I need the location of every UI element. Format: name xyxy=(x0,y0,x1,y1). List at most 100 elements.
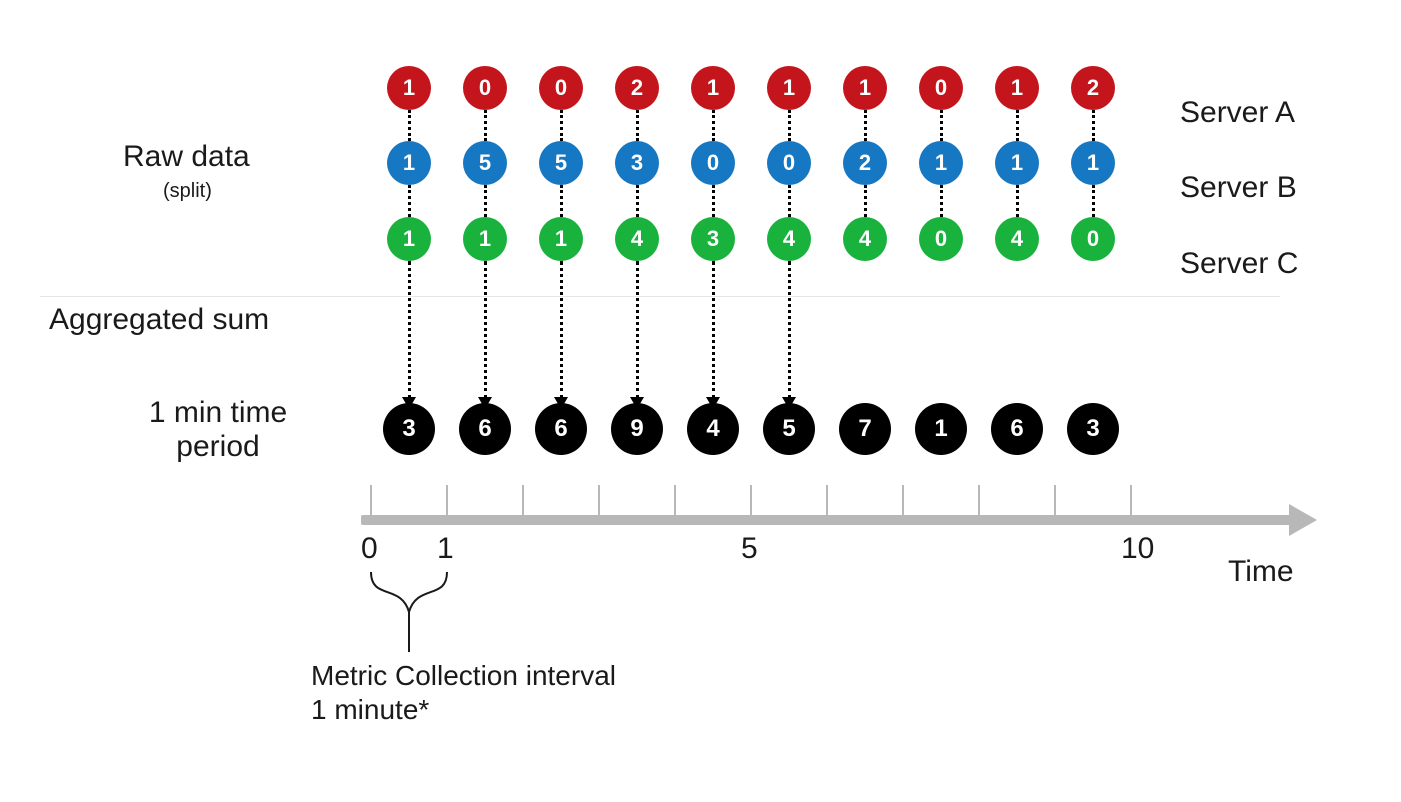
server-b-dot-6: 2 xyxy=(843,141,887,185)
time-axis-label: Time xyxy=(1228,555,1294,590)
aggregated-dot-8: 6 xyxy=(991,403,1043,455)
axis-tick-mark-5 xyxy=(750,485,752,515)
axis-tick-0: 0 xyxy=(361,532,378,567)
server-b-dot-2: 5 xyxy=(539,141,583,185)
connector-ab-0 xyxy=(408,110,411,141)
aggregated-dot-9: 3 xyxy=(1067,403,1119,455)
server-b-dot-3: 3 xyxy=(615,141,659,185)
server-a-dot-0: 1 xyxy=(387,66,431,110)
server-b-dot-9: 1 xyxy=(1071,141,1115,185)
server-a-dot-3: 2 xyxy=(615,66,659,110)
connector-bc-7 xyxy=(940,185,943,217)
server-c-dot-0: 1 xyxy=(387,217,431,261)
connector-ab-2 xyxy=(560,110,563,141)
axis-tick-mark-3 xyxy=(598,485,600,515)
server-c-dot-1: 1 xyxy=(463,217,507,261)
server-a-dot-5: 1 xyxy=(767,66,811,110)
server-a-dot-1: 0 xyxy=(463,66,507,110)
aggregated-dot-0: 3 xyxy=(383,403,435,455)
axis-tick-mark-1 xyxy=(446,485,448,515)
server-b-dot-0: 1 xyxy=(387,141,431,185)
aggregated-dot-6: 7 xyxy=(839,403,891,455)
axis-tick-mark-4 xyxy=(674,485,676,515)
aggregate-arrow-3 xyxy=(636,261,639,399)
connector-ab-3 xyxy=(636,110,639,141)
aggregate-arrow-2-arrowhead-icon xyxy=(554,397,568,409)
connector-ab-1 xyxy=(484,110,487,141)
aggregated-dot-3: 9 xyxy=(611,403,663,455)
time-axis-arrowhead-icon xyxy=(1289,504,1317,536)
aggregate-arrow-1-arrowhead-icon xyxy=(478,397,492,409)
connector-bc-0 xyxy=(408,185,411,217)
period-label-line1: 1 min time xyxy=(123,396,313,431)
aggregated-dot-5: 5 xyxy=(763,403,815,455)
aggregate-arrow-0 xyxy=(408,261,411,399)
axis-tick-mark-9 xyxy=(1054,485,1056,515)
connector-bc-4 xyxy=(712,185,715,217)
server-b-dot-5: 0 xyxy=(767,141,811,185)
connector-bc-2 xyxy=(560,185,563,217)
aggregate-arrow-1 xyxy=(484,261,487,399)
section-divider xyxy=(40,296,1280,297)
connector-ab-6 xyxy=(864,110,867,141)
connector-bc-3 xyxy=(636,185,639,217)
axis-tick-mark-7 xyxy=(902,485,904,515)
server-c-label: Server C xyxy=(1180,247,1298,282)
server-c-dot-2: 1 xyxy=(539,217,583,261)
server-b-label: Server B xyxy=(1180,171,1297,206)
server-a-dot-7: 0 xyxy=(919,66,963,110)
connector-bc-1 xyxy=(484,185,487,217)
aggregate-arrow-2 xyxy=(560,261,563,399)
connector-ab-7 xyxy=(940,110,943,141)
aggregate-arrow-4-arrowhead-icon xyxy=(706,397,720,409)
aggregate-arrow-5-arrowhead-icon xyxy=(782,397,796,409)
axis-tick-mark-6 xyxy=(826,485,828,515)
server-a-dot-2: 0 xyxy=(539,66,583,110)
server-a-dot-9: 2 xyxy=(1071,66,1115,110)
aggregated-sum-label: Aggregated sum xyxy=(49,303,269,338)
server-a-label: Server A xyxy=(1180,96,1295,131)
raw-data-label: Raw data xyxy=(123,140,250,175)
axis-tick-mark-2 xyxy=(522,485,524,515)
axis-tick-1: 1 xyxy=(437,532,454,567)
axis-tick-10: 10 xyxy=(1121,532,1154,567)
server-b-dot-8: 1 xyxy=(995,141,1039,185)
diagram-canvas: Raw data (split) Aggregated sum 1 min ti… xyxy=(0,0,1401,802)
server-a-dot-8: 1 xyxy=(995,66,1039,110)
server-c-dot-8: 4 xyxy=(995,217,1039,261)
server-a-dot-6: 1 xyxy=(843,66,887,110)
interval-label-line1: Metric Collection interval xyxy=(311,660,616,692)
server-c-dot-3: 4 xyxy=(615,217,659,261)
aggregated-dot-7: 1 xyxy=(915,403,967,455)
connector-bc-6 xyxy=(864,185,867,217)
server-a-dot-4: 1 xyxy=(691,66,735,110)
axis-tick-mark-0 xyxy=(370,485,372,515)
connector-ab-9 xyxy=(1092,110,1095,141)
server-c-dot-7: 0 xyxy=(919,217,963,261)
raw-data-split-label: (split) xyxy=(163,180,212,203)
server-b-dot-4: 0 xyxy=(691,141,735,185)
connector-ab-8 xyxy=(1016,110,1019,141)
aggregated-dot-2: 6 xyxy=(535,403,587,455)
server-c-dot-6: 4 xyxy=(843,217,887,261)
connector-bc-9 xyxy=(1092,185,1095,217)
aggregated-dot-4: 4 xyxy=(687,403,739,455)
axis-tick-5: 5 xyxy=(741,532,758,567)
axis-tick-mark-8 xyxy=(978,485,980,515)
aggregate-arrow-3-arrowhead-icon xyxy=(630,397,644,409)
interval-label-line2: 1 minute* xyxy=(311,694,429,726)
axis-tick-mark-10 xyxy=(1130,485,1132,515)
server-c-dot-5: 4 xyxy=(767,217,811,261)
aggregate-arrow-4 xyxy=(712,261,715,399)
time-axis xyxy=(361,515,1291,525)
period-label-line2: period xyxy=(123,430,313,465)
aggregated-dot-1: 6 xyxy=(459,403,511,455)
connector-bc-8 xyxy=(1016,185,1019,217)
server-c-dot-9: 0 xyxy=(1071,217,1115,261)
server-c-dot-4: 3 xyxy=(691,217,735,261)
connector-ab-5 xyxy=(788,110,791,141)
connector-bc-5 xyxy=(788,185,791,217)
connector-ab-4 xyxy=(712,110,715,141)
aggregate-arrow-0-arrowhead-icon xyxy=(402,397,416,409)
aggregate-arrow-5 xyxy=(788,261,791,399)
